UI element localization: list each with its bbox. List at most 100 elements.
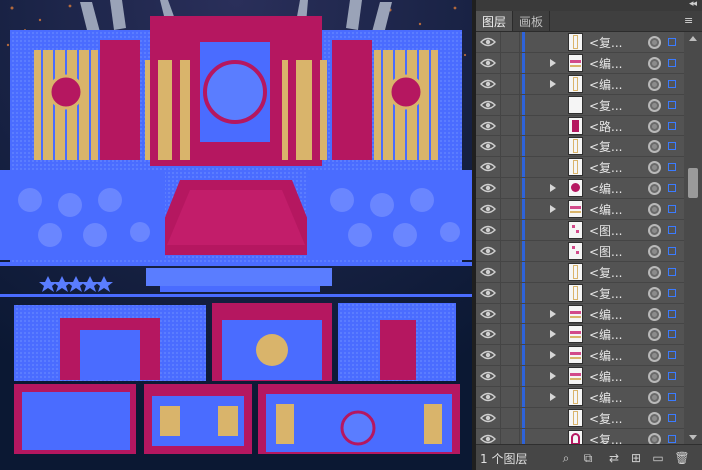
lock-toggle[interactable] bbox=[500, 220, 520, 240]
layer-row[interactable]: <复... bbox=[476, 428, 684, 444]
scroll-thumb[interactable] bbox=[688, 168, 698, 198]
selection-square[interactable] bbox=[668, 267, 676, 276]
make-clip-mask-icon[interactable]: ⇄ bbox=[606, 450, 622, 466]
target-circle-icon[interactable] bbox=[648, 119, 661, 133]
visibility-eye-icon[interactable] bbox=[480, 266, 496, 278]
expand-triangle-icon[interactable] bbox=[550, 79, 556, 88]
collect-export-icon[interactable]: ⧉ bbox=[580, 450, 596, 466]
visibility-eye-icon[interactable] bbox=[480, 308, 496, 320]
target-circle-icon[interactable] bbox=[648, 203, 661, 217]
lock-toggle[interactable] bbox=[500, 94, 520, 115]
target-circle-icon[interactable] bbox=[648, 244, 661, 258]
selection-square[interactable] bbox=[668, 100, 676, 109]
lock-toggle[interactable] bbox=[500, 240, 520, 261]
selection-square[interactable] bbox=[668, 309, 676, 318]
panel-titlebar[interactable]: ◂◂ bbox=[476, 0, 702, 11]
lock-toggle[interactable] bbox=[500, 345, 520, 366]
selection-square[interactable] bbox=[668, 79, 676, 88]
layer-name[interactable]: <复... bbox=[589, 159, 623, 176]
expand-triangle-icon[interactable] bbox=[550, 351, 556, 360]
target-circle-icon[interactable] bbox=[648, 286, 661, 300]
lock-toggle[interactable] bbox=[500, 73, 520, 94]
visibility-eye-icon[interactable] bbox=[480, 120, 496, 132]
visibility-eye-icon[interactable] bbox=[480, 224, 496, 236]
visibility-eye-icon[interactable] bbox=[480, 36, 496, 48]
layer-name[interactable]: <编... bbox=[589, 180, 623, 197]
new-layer-icon[interactable]: ▭ bbox=[650, 450, 666, 466]
layer-row[interactable]: <图... bbox=[476, 220, 684, 241]
visibility-eye-icon[interactable] bbox=[480, 391, 496, 403]
expand-triangle-icon[interactable] bbox=[550, 372, 556, 381]
layer-list-scrollbar[interactable] bbox=[684, 32, 702, 444]
lock-toggle[interactable] bbox=[500, 366, 520, 387]
layer-name[interactable]: <编... bbox=[589, 55, 623, 72]
selection-square[interactable] bbox=[668, 246, 676, 255]
layer-name[interactable]: <编... bbox=[589, 326, 623, 343]
visibility-eye-icon[interactable] bbox=[480, 99, 496, 111]
layer-row[interactable]: <编... bbox=[476, 199, 684, 221]
lock-toggle[interactable] bbox=[500, 303, 520, 324]
layer-name[interactable]: <复... bbox=[589, 97, 623, 114]
visibility-eye-icon[interactable] bbox=[480, 203, 496, 215]
target-circle-icon[interactable] bbox=[648, 370, 661, 384]
layer-row[interactable]: <复... bbox=[476, 94, 684, 116]
layer-name[interactable]: <编... bbox=[589, 389, 623, 406]
target-circle-icon[interactable] bbox=[648, 391, 661, 405]
expand-triangle-icon[interactable] bbox=[550, 330, 556, 339]
lock-toggle[interactable] bbox=[500, 324, 520, 345]
target-circle-icon[interactable] bbox=[648, 36, 661, 49]
lock-toggle[interactable] bbox=[500, 199, 520, 220]
scroll-down-icon[interactable] bbox=[689, 435, 697, 440]
layer-name[interactable]: <复... bbox=[589, 34, 623, 51]
layer-row[interactable]: <编... bbox=[476, 345, 684, 367]
tab-artboards[interactable]: 画板 bbox=[513, 11, 549, 31]
locate-object-icon[interactable]: ⌕ bbox=[558, 450, 574, 466]
target-circle-icon[interactable] bbox=[648, 432, 661, 444]
layer-name[interactable]: <复... bbox=[589, 285, 623, 302]
expand-triangle-icon[interactable] bbox=[550, 184, 556, 193]
lock-toggle[interactable] bbox=[500, 428, 520, 444]
expand-triangle-icon[interactable] bbox=[550, 309, 556, 318]
selection-square[interactable] bbox=[668, 38, 676, 46]
layer-name[interactable]: <图... bbox=[589, 243, 623, 260]
scroll-up-icon[interactable] bbox=[689, 36, 697, 41]
expand-triangle-icon[interactable] bbox=[550, 58, 556, 67]
lock-toggle[interactable] bbox=[500, 32, 520, 52]
layer-row[interactable]: <图... bbox=[476, 240, 684, 262]
layer-row[interactable]: <编... bbox=[476, 303, 684, 325]
layer-row[interactable]: <编... bbox=[476, 52, 684, 74]
target-circle-icon[interactable] bbox=[648, 77, 661, 91]
lock-toggle[interactable] bbox=[500, 178, 520, 199]
layer-name[interactable]: <图... bbox=[589, 222, 623, 239]
layer-name[interactable]: <复... bbox=[589, 138, 623, 155]
lock-toggle[interactable] bbox=[500, 157, 520, 178]
layer-name[interactable]: <复... bbox=[589, 264, 623, 281]
target-circle-icon[interactable] bbox=[648, 182, 661, 196]
target-circle-icon[interactable] bbox=[648, 140, 661, 154]
target-circle-icon[interactable] bbox=[648, 265, 661, 279]
new-sublayer-icon[interactable]: ⊞ bbox=[628, 450, 644, 466]
layer-row[interactable]: <编... bbox=[476, 324, 684, 346]
selection-square[interactable] bbox=[668, 58, 676, 67]
selection-square[interactable] bbox=[668, 163, 676, 172]
layer-name[interactable]: <编... bbox=[589, 368, 623, 385]
layer-row[interactable]: <编... bbox=[476, 178, 684, 200]
selection-square[interactable] bbox=[668, 330, 676, 339]
target-circle-icon[interactable] bbox=[648, 349, 661, 363]
target-circle-icon[interactable] bbox=[648, 161, 661, 175]
visibility-eye-icon[interactable] bbox=[480, 140, 496, 152]
selection-square[interactable] bbox=[668, 288, 676, 297]
layer-row[interactable]: <编... bbox=[476, 366, 684, 388]
expand-triangle-icon[interactable] bbox=[550, 393, 556, 402]
target-circle-icon[interactable] bbox=[648, 98, 661, 112]
layer-row[interactable]: <复... bbox=[476, 32, 684, 53]
selection-square[interactable] bbox=[668, 121, 676, 130]
layer-name[interactable]: <编... bbox=[589, 347, 623, 364]
selection-square[interactable] bbox=[668, 393, 676, 402]
target-circle-icon[interactable] bbox=[648, 307, 661, 321]
layer-name[interactable]: <编... bbox=[589, 306, 623, 323]
lock-toggle[interactable] bbox=[500, 261, 520, 282]
layer-row[interactable]: <复... bbox=[476, 157, 684, 179]
target-circle-icon[interactable] bbox=[648, 328, 661, 342]
selection-square[interactable] bbox=[668, 434, 676, 443]
